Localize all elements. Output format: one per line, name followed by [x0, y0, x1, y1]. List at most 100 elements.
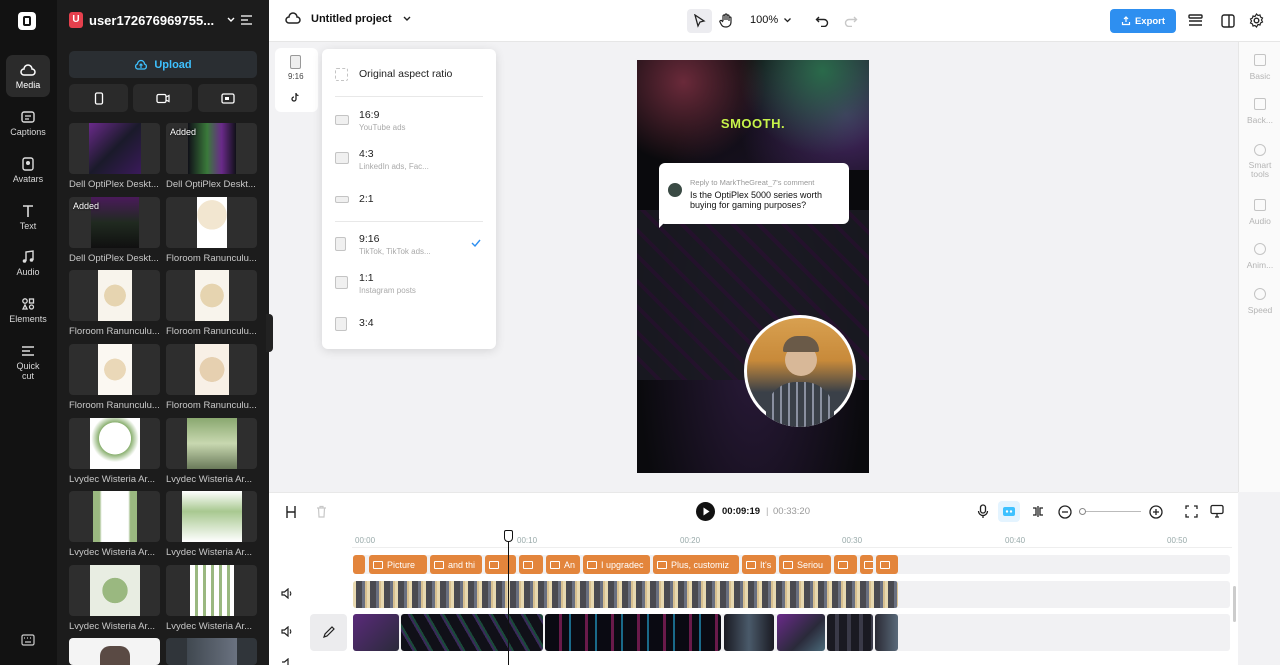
caption-clip[interactable]: An [546, 555, 580, 574]
avatar-clip[interactable] [353, 581, 898, 608]
speaker-icon[interactable] [281, 658, 293, 665]
video-clip[interactable] [827, 614, 873, 651]
prop-speed[interactable]: Speed [1239, 288, 1280, 315]
caption-clip[interactable]: It's [742, 555, 776, 574]
caption-clip[interactable]: Picture [369, 555, 427, 574]
zoom-slider[interactable] [1079, 511, 1141, 512]
nav-avatars[interactable]: Avatars [6, 149, 50, 191]
commenter-avatar [668, 183, 682, 197]
speaker-icon[interactable] [281, 626, 293, 637]
caption-clip[interactable]: I upgradec [583, 555, 650, 574]
nav-media[interactable]: Media [6, 55, 50, 97]
playhead[interactable] [508, 531, 509, 665]
fullscreen-icon[interactable] [1185, 505, 1198, 518]
ratio-toggle[interactable]: 9:16 [275, 48, 318, 112]
export-button[interactable]: Export [1110, 9, 1176, 33]
nav-audio[interactable]: Audio [6, 242, 50, 284]
ratio-option-2-1[interactable]: 2:1 [335, 193, 485, 207]
project-menu[interactable]: Untitled project [285, 12, 412, 25]
split-icon[interactable] [285, 505, 297, 519]
prop-basic[interactable]: Basic [1239, 54, 1280, 81]
nav-captions[interactable]: Captions [6, 102, 50, 144]
video-clip[interactable] [875, 614, 898, 651]
split-panel-icon[interactable] [1221, 14, 1235, 28]
panel-collapse-handle[interactable] [266, 314, 273, 352]
keyboard-icon[interactable] [21, 634, 35, 646]
caption-clip[interactable]: and thi [430, 555, 482, 574]
media-tile[interactable] [166, 638, 257, 665]
ratio-option-9-16[interactable]: 9:16 TikTok, TikTok ads... [335, 233, 485, 259]
settings-icon[interactable] [1249, 13, 1264, 28]
media-tile[interactable]: Dell OptiPlex Deskt... [69, 123, 160, 190]
media-tile[interactable]: Added Dell OptiPlex Deskt... [166, 123, 257, 190]
speaker-icon[interactable] [281, 588, 293, 599]
hand-icon[interactable] [719, 13, 733, 28]
video-clip[interactable] [545, 614, 721, 651]
caption-clip[interactable] [519, 555, 543, 574]
play-button[interactable] [696, 502, 715, 521]
caption-clip[interactable]: Plus, customiz [653, 555, 739, 574]
prop-background[interactable]: Back... [1239, 98, 1280, 125]
media-tile[interactable]: Lvydec Wisteria Ar... [69, 418, 160, 485]
media-tile[interactable] [69, 638, 160, 665]
monitor-icon[interactable] [1210, 504, 1224, 518]
video-clip[interactable] [724, 614, 774, 651]
filter-image-button[interactable] [198, 84, 257, 112]
select-tool-button[interactable] [687, 9, 712, 33]
trash-icon[interactable] [316, 505, 327, 518]
media-thumbnail [69, 491, 160, 542]
zoom-select[interactable]: 100% [750, 14, 792, 26]
upload-button[interactable]: Upload [69, 51, 257, 78]
media-tile[interactable]: Lvydec Wisteria Ar... [166, 418, 257, 485]
media-tile[interactable]: Floroom Ranunculu... [69, 270, 160, 337]
media-tile[interactable]: Lvydec Wisteria Ar... [166, 491, 257, 558]
caption-clip[interactable] [876, 555, 898, 574]
media-tile[interactable]: Added Dell OptiPlex Deskt... [69, 197, 160, 264]
media-tile[interactable]: Lvydec Wisteria Ar... [69, 491, 160, 558]
collapse-panel-icon[interactable] [240, 14, 253, 26]
caption-clip[interactable] [834, 555, 857, 574]
caption-clip[interactable]: Seriou [779, 555, 831, 574]
user-menu[interactable]: U user172676969755... [69, 12, 236, 28]
layers-icon[interactable] [1188, 14, 1203, 28]
ratio-option-original[interactable]: Original aspect ratio [335, 68, 485, 82]
ratio-option-4-3[interactable]: 4:3 LinkedIn ads, Fac... [335, 148, 485, 174]
prop-animation[interactable]: Anim... [1239, 243, 1280, 270]
media-tile[interactable]: Floroom Ranunculu... [166, 197, 257, 264]
media-tile[interactable]: Floroom Ranunculu... [166, 344, 257, 411]
media-tile[interactable]: Floroom Ranunculu... [166, 270, 257, 337]
caption-clip[interactable] [485, 555, 516, 574]
filter-phone-button[interactable] [69, 84, 128, 112]
prop-audio[interactable]: Audio [1239, 199, 1280, 226]
prop-smart-tools[interactable]: Smart tools [1239, 144, 1280, 179]
undo-icon[interactable] [815, 14, 829, 27]
zoom-in-icon[interactable] [1149, 505, 1163, 519]
ratio-option-16-9[interactable]: 16:9 YouTube ads [335, 109, 485, 135]
video-preview[interactable]: SMOOTH. Reply to MarkTheGreat_7's commen… [637, 60, 869, 473]
ratio-option-3-4[interactable]: 3:4 [335, 317, 485, 333]
ruler-line [352, 547, 1232, 548]
video-clip[interactable] [353, 614, 399, 651]
microphone-icon[interactable] [977, 504, 989, 519]
nav-text[interactable]: Text [6, 196, 50, 238]
video-clip[interactable] [401, 614, 543, 651]
nav-elements[interactable]: Elements [6, 289, 50, 331]
media-tile[interactable]: Floroom Ranunculu... [69, 344, 160, 411]
caption-clip[interactable] [860, 555, 873, 574]
redo-icon[interactable] [844, 14, 858, 27]
video-clip[interactable] [777, 614, 825, 651]
zoom-slider-thumb[interactable] [1079, 508, 1086, 515]
media-tile[interactable]: Lvydec Wisteria Ar... [69, 565, 160, 632]
edit-cover-button[interactable] [310, 614, 347, 651]
media-tile[interactable]: Lvydec Wisteria Ar... [166, 565, 257, 632]
nav-quick-cut[interactable]: Quick cut [6, 339, 50, 385]
ratio-option-1-1[interactable]: 1:1 Instagram posts [335, 272, 485, 298]
caption-clip[interactable] [353, 555, 365, 574]
split-clip-icon[interactable] [1031, 505, 1045, 518]
zoom-out-icon[interactable] [1058, 505, 1072, 519]
timeline-scrollbar[interactable] [1233, 586, 1236, 622]
app-logo[interactable] [18, 12, 36, 30]
filter-video-button[interactable] [133, 84, 192, 112]
playhead-handle[interactable] [504, 530, 513, 542]
ai-avatar-toggle[interactable] [998, 501, 1020, 522]
